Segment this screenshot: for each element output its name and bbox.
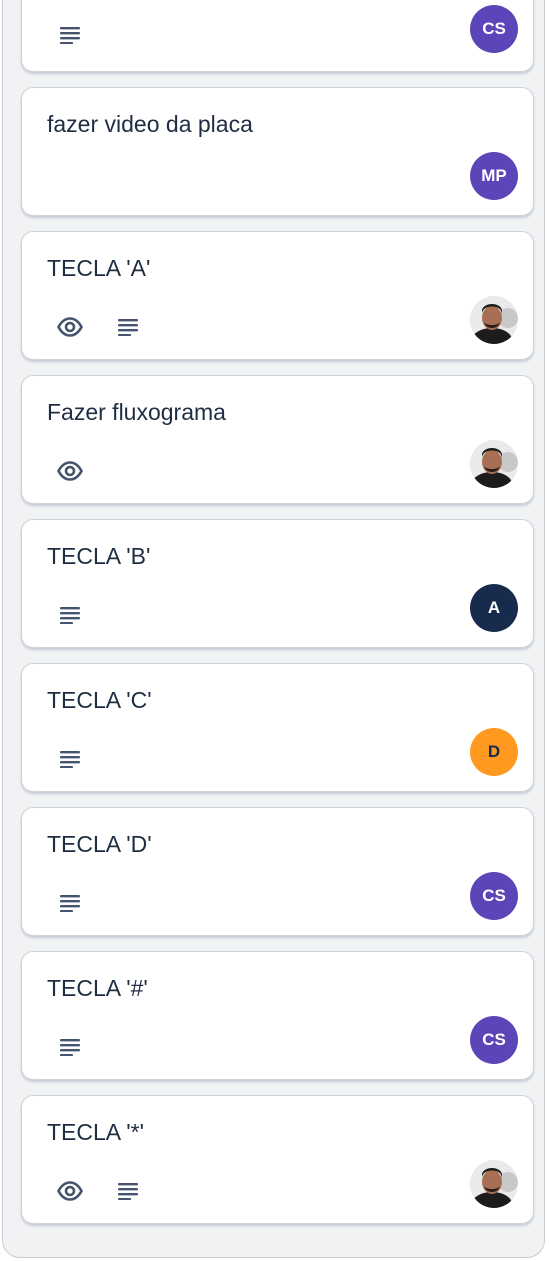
avatar-photo[interactable]	[470, 296, 518, 344]
avatar[interactable]: D	[470, 728, 518, 776]
card-title: TECLA 'C'	[47, 687, 152, 713]
card[interactable]: TECLA 'D' CS	[21, 807, 534, 936]
card[interactable]: fazer video da placa MP	[21, 87, 534, 216]
avatar-photo[interactable]	[470, 1160, 518, 1208]
eye-icon	[56, 313, 84, 341]
eye-icon	[56, 457, 84, 485]
description-icon	[114, 1177, 142, 1205]
avatar[interactable]: CS	[470, 872, 518, 920]
avatar-initials: CS	[482, 19, 506, 38]
card[interactable]: TECLA 'A'	[21, 231, 534, 360]
card-badges	[56, 457, 84, 485]
card[interactable]: TECLA '*'	[21, 1095, 534, 1224]
avatar[interactable]: MP	[470, 152, 518, 200]
avatar-initials: MP	[481, 166, 507, 185]
card-badges	[56, 1033, 84, 1061]
card-badges	[56, 313, 142, 341]
card[interactable]: TECLA '#' CS	[21, 951, 534, 1080]
card[interactable]: CS	[21, 0, 534, 72]
avatar-initials: CS	[482, 1030, 506, 1049]
card-title: TECLA 'A'	[47, 255, 151, 281]
description-icon	[56, 889, 84, 917]
eye-icon	[56, 1177, 84, 1205]
description-icon	[56, 1033, 84, 1061]
card[interactable]: TECLA 'C' D	[21, 663, 534, 792]
avatar-initials: D	[487, 742, 501, 761]
card-title: Fazer fluxograma	[47, 399, 226, 425]
card-title: TECLA '*'	[47, 1119, 144, 1145]
card-title: TECLA 'B'	[47, 543, 151, 569]
card-badges	[56, 601, 84, 629]
card-badges	[56, 745, 84, 773]
card-title: TECLA 'D'	[47, 831, 152, 857]
avatar-initials: CS	[482, 886, 506, 905]
card-title: TECLA '#'	[47, 975, 148, 1001]
description-icon	[56, 601, 84, 629]
card-badges	[56, 1177, 142, 1205]
card-title: fazer video da placa	[47, 111, 253, 137]
description-icon	[114, 313, 142, 341]
avatar-initials: A	[487, 598, 501, 617]
description-icon	[56, 745, 84, 773]
list-column: CS fazer video da placa MP TECLA 'A' Faz…	[2, 0, 545, 1258]
card[interactable]: Fazer fluxograma	[21, 375, 534, 504]
description-icon	[56, 21, 84, 49]
avatar[interactable]: CS	[470, 5, 518, 53]
card-badges	[56, 889, 84, 917]
avatar[interactable]: CS	[470, 1016, 518, 1064]
avatar-photo[interactable]	[470, 440, 518, 488]
avatar[interactable]: A	[470, 584, 518, 632]
card[interactable]: TECLA 'B' A	[21, 519, 534, 648]
card-badges	[56, 21, 84, 49]
